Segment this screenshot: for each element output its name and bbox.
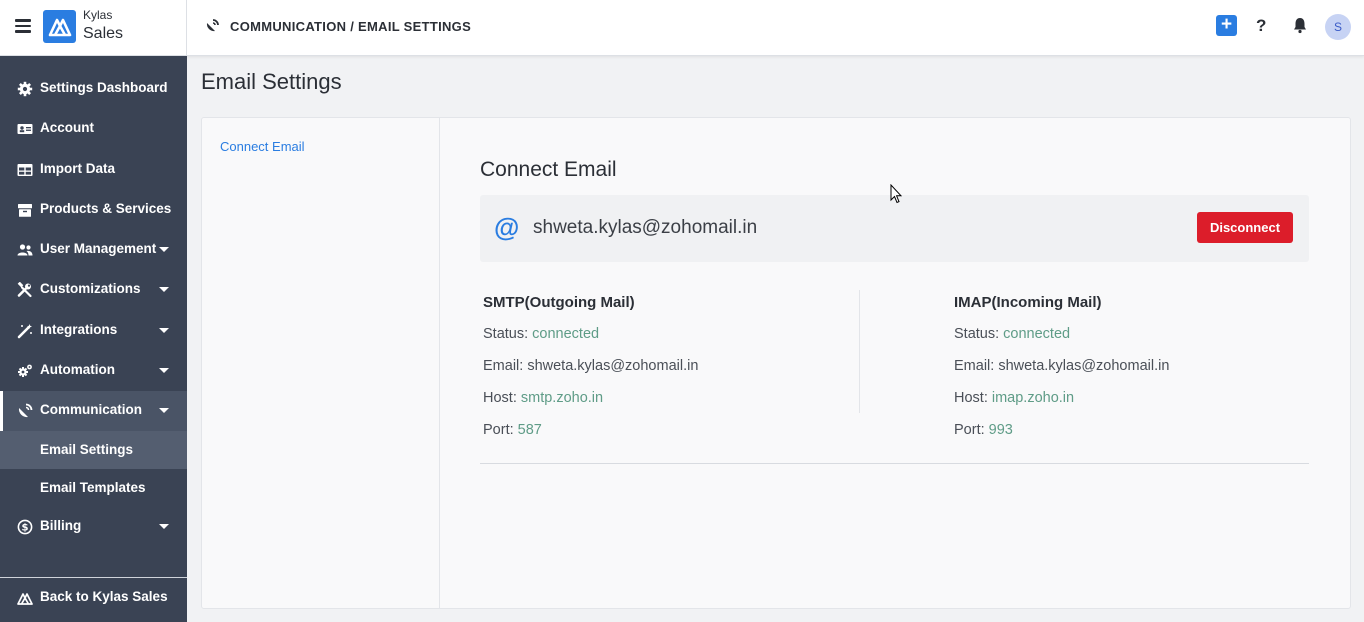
sidebar-item-account[interactable]: Account bbox=[0, 109, 187, 149]
kylas-logo-icon[interactable] bbox=[43, 10, 76, 43]
id-card-icon bbox=[17, 121, 33, 137]
satellite-dish-icon bbox=[204, 18, 220, 34]
tools-icon bbox=[17, 281, 33, 298]
smtp-details: SMTP(Outgoing Mail) Status: connected Em… bbox=[483, 294, 698, 454]
status-value: connected bbox=[1003, 326, 1071, 342]
smtp-email: Email: shweta.kylas@zohomail.in bbox=[483, 358, 698, 390]
smtp-port: Port: 587 bbox=[483, 422, 698, 454]
add-button[interactable]: + bbox=[1216, 15, 1237, 36]
sidebar-item-label: Settings Dashboard bbox=[40, 80, 168, 95]
sidebar-item-label: Email Templates bbox=[40, 480, 146, 495]
host-label: Host: bbox=[954, 390, 992, 406]
smtp-status: Status: connected bbox=[483, 326, 698, 358]
port-label: Port: bbox=[483, 422, 518, 438]
at-sign-icon: @ bbox=[494, 212, 520, 242]
table-icon bbox=[17, 162, 33, 178]
sidebar-item-label: Customizations bbox=[40, 281, 141, 296]
sidebar-item-communication[interactable]: Communication bbox=[0, 391, 187, 431]
help-icon[interactable]: ? bbox=[1256, 16, 1266, 36]
email-label: Email: bbox=[954, 358, 999, 374]
satellite-dish-icon bbox=[17, 403, 33, 419]
disconnect-button[interactable]: Disconnect bbox=[1197, 212, 1293, 243]
sidebar-item-products-services[interactable]: Products & Services bbox=[0, 190, 187, 230]
bell-icon[interactable] bbox=[1292, 17, 1308, 34]
sidebar-subitem-email-templates[interactable]: Email Templates bbox=[0, 469, 187, 507]
sidebar-item-label: Import Data bbox=[40, 161, 116, 176]
back-to-kylas-sales-link[interactable]: Back to Kylas Sales bbox=[0, 578, 187, 618]
panel-divider bbox=[439, 118, 440, 608]
connected-email-card: @ shweta.kylas@zohomail.in Disconnect bbox=[480, 195, 1309, 262]
chevron-down-icon bbox=[159, 368, 169, 373]
status-label: Status: bbox=[954, 326, 1004, 342]
email-label: Email: bbox=[483, 358, 528, 374]
sidebar-item-customizations[interactable]: Customizations bbox=[0, 270, 187, 310]
breadcrumb: COMMUNICATION / EMAIL SETTINGS bbox=[230, 19, 472, 34]
sidebar-subitem-email-settings[interactable]: Email Settings bbox=[0, 431, 187, 469]
imap-title: IMAP(Incoming Mail) bbox=[954, 294, 1102, 311]
top-header: Kylas Sales COMMUNICATION / EMAIL SETTIN… bbox=[0, 0, 1364, 56]
port-value: 587 bbox=[517, 422, 542, 438]
mouse-cursor-icon bbox=[890, 183, 903, 204]
status-value: connected bbox=[532, 326, 600, 342]
imap-details: IMAP(Incoming Mail) Status: connected Em… bbox=[954, 294, 1169, 454]
status-label: Status: bbox=[483, 326, 533, 342]
chevron-down-icon bbox=[159, 408, 169, 413]
sidebar-item-integrations[interactable]: Integrations bbox=[0, 311, 187, 351]
sidebar-item-label: Email Settings bbox=[40, 442, 134, 457]
sidebar-item-user-management[interactable]: User Management bbox=[0, 230, 187, 270]
section-divider bbox=[480, 463, 1309, 464]
svg-text:$: $ bbox=[22, 523, 29, 534]
sidebar-item-import-data[interactable]: Import Data bbox=[0, 150, 187, 190]
chevron-down-icon bbox=[159, 524, 169, 529]
imap-port: Port: 993 bbox=[954, 422, 1169, 454]
magic-wand-icon bbox=[17, 323, 33, 339]
sidebar-item-label: User Management bbox=[40, 241, 157, 256]
chevron-down-icon bbox=[159, 287, 169, 292]
imap-email: Email: shweta.kylas@zohomail.in bbox=[954, 358, 1169, 390]
connect-email-link[interactable]: Connect Email bbox=[220, 139, 305, 154]
email-value: shweta.kylas@zohomail.in bbox=[527, 358, 699, 374]
sidebar-item-settings-dashboard[interactable]: Settings Dashboard bbox=[0, 69, 187, 109]
sidebar-item-label: Products & Services bbox=[40, 201, 172, 216]
sidebar-item-billing[interactable]: $ Billing bbox=[0, 507, 187, 547]
smtp-host: Host: smtp.zoho.in bbox=[483, 390, 698, 422]
host-value: imap.zoho.in bbox=[991, 390, 1075, 406]
sidebar-item-label: Automation bbox=[40, 362, 115, 377]
brand-product: Sales bbox=[83, 25, 124, 42]
port-value: 993 bbox=[988, 422, 1013, 438]
section-title: Connect Email bbox=[480, 158, 617, 181]
box-icon bbox=[17, 202, 33, 218]
port-label: Port: bbox=[954, 422, 989, 438]
users-icon bbox=[17, 242, 33, 258]
sidebar-item-label: Account bbox=[40, 120, 94, 135]
sidebar-item-automation[interactable]: Automation bbox=[0, 351, 187, 391]
smtp-title: SMTP(Outgoing Mail) bbox=[483, 294, 635, 311]
brand-name: Kylas bbox=[83, 8, 113, 22]
email-value: shweta.kylas@zohomail.in bbox=[998, 358, 1170, 374]
chevron-down-icon bbox=[159, 247, 169, 252]
connected-email-address: shweta.kylas@zohomail.in bbox=[533, 217, 758, 238]
email-settings-panel: Connect Email Connect Email @ shweta.kyl… bbox=[201, 117, 1351, 609]
host-value: smtp.zoho.in bbox=[520, 390, 604, 406]
column-divider bbox=[859, 290, 860, 413]
settings-sidebar: Settings Dashboard Account Import Data P… bbox=[0, 56, 187, 622]
sidebar-item-label: Back to Kylas Sales bbox=[40, 589, 168, 604]
avatar[interactable]: S bbox=[1325, 14, 1351, 40]
dollar-circle-icon: $ bbox=[17, 519, 33, 535]
page-title: Email Settings bbox=[201, 69, 342, 94]
host-label: Host: bbox=[483, 390, 521, 406]
imap-host: Host: imap.zoho.in bbox=[954, 390, 1169, 422]
imap-status: Status: connected bbox=[954, 326, 1169, 358]
sidebar-item-label: Communication bbox=[40, 402, 143, 417]
chevron-down-icon bbox=[159, 328, 169, 333]
sidebar-item-label: Billing bbox=[40, 518, 82, 533]
sidebar-item-label: Integrations bbox=[40, 322, 118, 337]
hamburger-menu-icon[interactable] bbox=[15, 19, 31, 33]
cogs-icon bbox=[17, 363, 33, 379]
kylas-logo-icon bbox=[17, 590, 33, 606]
header-divider bbox=[186, 0, 187, 56]
gear-icon bbox=[17, 81, 33, 97]
